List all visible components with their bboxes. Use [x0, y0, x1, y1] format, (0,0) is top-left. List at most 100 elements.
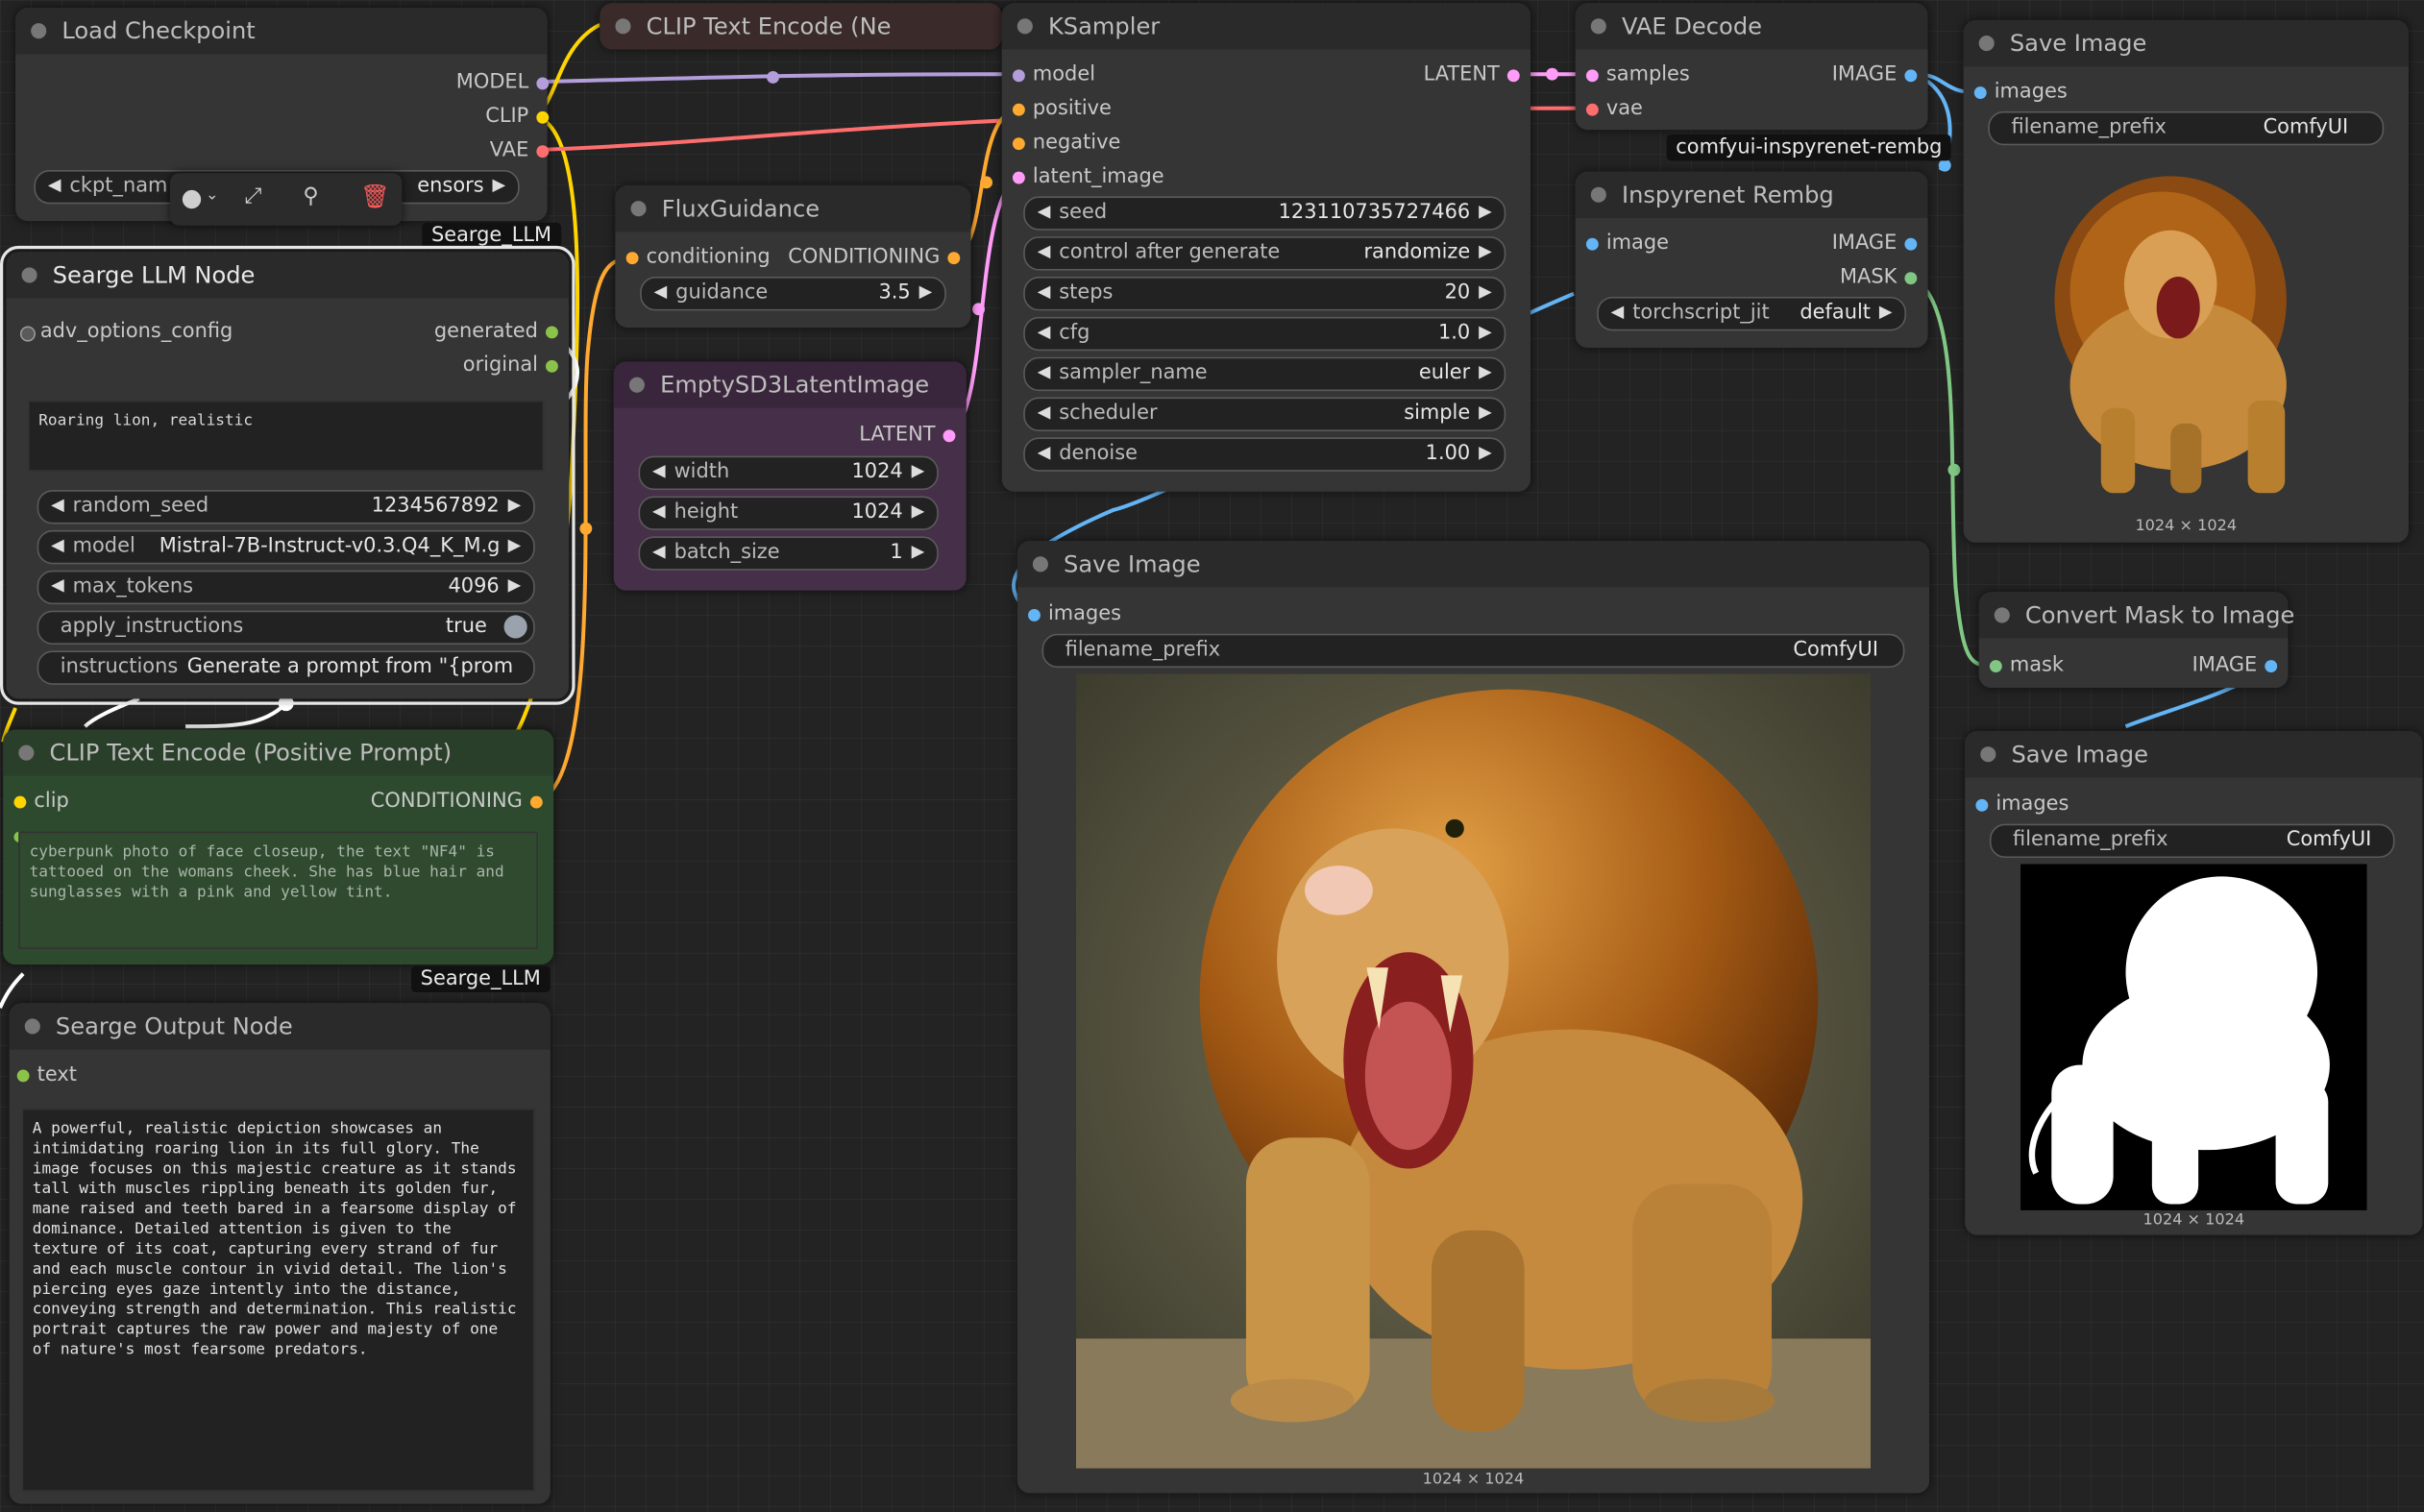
node-title: CLIP Text Encode (Positive Prompt) — [49, 739, 453, 768]
input-images[interactable]: images — [1028, 603, 1121, 626]
convert-mask-to-image-node[interactable]: Convert Mask to Image mask IMAGE — [1978, 592, 2294, 689]
flux-guidance-node[interactable]: FluxGuidance conditioning CONDITIONING ◀… — [615, 185, 971, 329]
seed-widget[interactable]: ◀ seed 123110735727466 ▶ — [1023, 196, 1506, 231]
node-title: Load Checkpoint — [61, 16, 256, 45]
model-widget[interactable]: ◀ model Mistral-7B-Instruct-v0.3.Q4_K_M.g.… — [37, 529, 535, 565]
input-vae[interactable]: vae — [1585, 97, 1643, 121]
input-positive[interactable]: positive — [1012, 97, 1112, 121]
steps-widget[interactable]: ◀ steps 20 ▶ — [1023, 277, 1506, 311]
graph-viewport: Load Checkpoint MODEL CLIP VAE ◀ ckpt_nam… — [0, 0, 2424, 1512]
input-text[interactable]: text — [16, 1063, 77, 1086]
collapse-dot-icon[interactable] — [31, 23, 47, 39]
color-icon[interactable] — [182, 189, 202, 209]
output-mask[interactable]: MASK — [1840, 266, 1918, 289]
node-title: CLIP Text Encode (Ne — [646, 12, 892, 40]
sampler-name-widget[interactable]: ◀ sampler_name euler ▶ — [1023, 356, 1506, 392]
arrow-right-icon: ▶ — [492, 174, 506, 195]
output-image[interactable]: IMAGE — [1832, 232, 1918, 256]
filename-prefix-widget[interactable]: filename_prefix ComfyUI — [1988, 110, 2385, 146]
prompt-textarea[interactable]: Roaring lion, realistic — [27, 400, 545, 472]
mask-image-preview[interactable] — [2020, 864, 2367, 1210]
input-latent-image[interactable]: latent_image — [1012, 165, 1164, 188]
cfg-widget[interactable]: ◀ cfg 1.0 ▶ — [1023, 316, 1506, 352]
node-title: FluxGuidance — [661, 194, 820, 223]
inspyrenet-rembg-node[interactable]: Inspyrenet Rembg image IMAGE MASK ◀ torch… — [1575, 171, 1928, 349]
input-adv-options-config[interactable]: adv_options_config — [19, 320, 233, 343]
lion-image-icon — [1075, 673, 1872, 1469]
node-title: Searge LLM Node — [52, 260, 256, 289]
image-size-caption: 1024 × 1024 — [2135, 518, 2238, 535]
filename-prefix-widget[interactable]: filename_prefix ComfyUI — [1989, 823, 2395, 859]
output-image[interactable]: IMAGE — [1832, 63, 1918, 86]
vae-decode-node[interactable]: VAE Decode samples vae IMAGE — [1575, 3, 1928, 131]
input-mask[interactable]: mask — [1989, 654, 2064, 677]
node-title: Save Image — [2011, 740, 2148, 768]
batch-size-widget[interactable]: ◀ batch_size 1 ▶ — [638, 536, 939, 571]
node-selection-toolbar: ⌄ ⤢ ⚲ 🗑 — [170, 173, 403, 226]
save-image-node-main[interactable]: Save Image images filename_prefix ComfyUI — [1016, 541, 1930, 1494]
output-original[interactable]: original — [463, 354, 558, 378]
input-samples[interactable]: samples — [1585, 63, 1690, 86]
apply-instructions-toggle[interactable]: apply_instructions true — [37, 610, 535, 645]
image-size-caption: 1024 × 1024 — [2142, 1211, 2245, 1230]
node-title: Inspyrenet Rembg — [1621, 181, 1834, 209]
output-latent[interactable]: LATENT — [859, 424, 956, 447]
toggle-knob-icon — [503, 615, 527, 639]
scheduler-widget[interactable]: ◀ scheduler simple ▶ — [1023, 397, 1506, 431]
output-vae[interactable]: VAE — [490, 139, 550, 162]
node-title: EmptySD3LatentImage — [660, 371, 930, 400]
output-latent[interactable]: LATENT — [1424, 63, 1520, 86]
input-images[interactable]: images — [1973, 81, 2068, 104]
output-conditioning[interactable]: CONDITIONING — [371, 790, 543, 813]
link-generated-2 — [185, 701, 288, 729]
input-model[interactable]: model — [1012, 63, 1095, 86]
delete-icon[interactable]: 🗑 — [360, 183, 390, 210]
node-title: KSampler — [1047, 12, 1161, 40]
output-textarea[interactable]: A powerful, realistic depiction showcase… — [21, 1108, 535, 1492]
denoise-widget[interactable]: ◀ denoise 1.00 ▶ — [1023, 437, 1506, 472]
bypass-icon[interactable]: ⤢ — [244, 183, 261, 208]
width-widget[interactable]: ◀ width 1024 ▶ — [638, 455, 939, 491]
clip-text-encode-negative-node[interactable]: CLIP Text Encode (Ne — [600, 3, 1002, 50]
lion-cutout-icon — [2054, 176, 2287, 494]
clip-text-encode-positive-node[interactable]: CLIP Text Encode (Positive Prompt) clip … — [3, 729, 554, 965]
input-image[interactable]: image — [1585, 232, 1669, 256]
chevron-down-icon[interactable]: ⌄ — [206, 187, 219, 205]
output-generated[interactable]: generated — [434, 320, 558, 343]
inspyrenet-badge: comfyui-inspyrenet-rembg — [1666, 134, 1952, 161]
max-tokens-widget[interactable]: ◀ max_tokens 4096 ▶ — [37, 570, 535, 605]
searge-llm-node[interactable]: Searge LLM Node adv_options_config gener… — [0, 245, 575, 705]
input-images[interactable]: images — [1975, 793, 2069, 817]
pin-icon[interactable]: ⚲ — [303, 183, 319, 208]
image-size-caption: 1024 × 1024 — [1422, 1471, 1525, 1489]
filename-prefix-widget[interactable]: filename_prefix ComfyUI — [1041, 633, 1905, 669]
height-widget[interactable]: ◀ height 1024 ▶ — [638, 496, 939, 530]
random-seed-widget[interactable]: ◀ random_seed 1234567892 ▶ — [37, 490, 535, 524]
output-model[interactable]: MODEL — [456, 71, 550, 94]
generated-image-preview[interactable] — [1075, 673, 1872, 1469]
output-conditioning[interactable]: CONDITIONING — [788, 246, 961, 269]
input-clip[interactable]: clip — [13, 790, 69, 813]
searge-badge-bottom: Searge_LLM — [411, 965, 551, 993]
node-title: Convert Mask to Image — [2024, 600, 2295, 629]
guidance-widget[interactable]: ◀ guidance 3.5 ▶ — [640, 277, 946, 311]
node-title: Save Image — [2009, 29, 2147, 58]
ksampler-node[interactable]: KSampler model positive negative latent_… — [1001, 3, 1531, 492]
node-title: VAE Decode — [1621, 12, 1762, 40]
torchscript-jit-widget[interactable]: ◀ torchscript_jit default ▶ — [1597, 296, 1907, 331]
input-conditioning[interactable]: conditioning — [625, 246, 771, 269]
searge-badge-top: Searge_LLM — [422, 222, 561, 250]
positive-prompt-textarea[interactable]: cyberpunk photo of face closeup, the tex… — [18, 831, 538, 949]
output-image-preview[interactable] — [2016, 153, 2356, 511]
instructions-widget[interactable]: instructions Generate a prompt from "{pro… — [37, 650, 535, 685]
arrow-left-icon: ◀ — [47, 174, 61, 195]
searge-output-node[interactable]: Searge Output Node text A powerful, real… — [9, 1003, 551, 1504]
save-image-node-1[interactable]: Save Image images filename_prefix ComfyUI… — [1963, 19, 2409, 543]
control-after-generate-widget[interactable]: ◀ control after generate randomize ▶ — [1023, 236, 1506, 271]
empty-sd3-latent-image-node[interactable]: EmptySD3LatentImage LATENT ◀ width 1024 ▶ ◀… — [613, 361, 967, 591]
save-image-node-mask[interactable]: Save Image images filename_prefix ComfyUI… — [1965, 731, 2423, 1235]
node-title: Save Image — [1064, 549, 1201, 578]
output-image[interactable]: IMAGE — [2192, 654, 2278, 677]
input-negative[interactable]: negative — [1012, 132, 1120, 155]
output-clip[interactable]: CLIP — [485, 105, 550, 129]
